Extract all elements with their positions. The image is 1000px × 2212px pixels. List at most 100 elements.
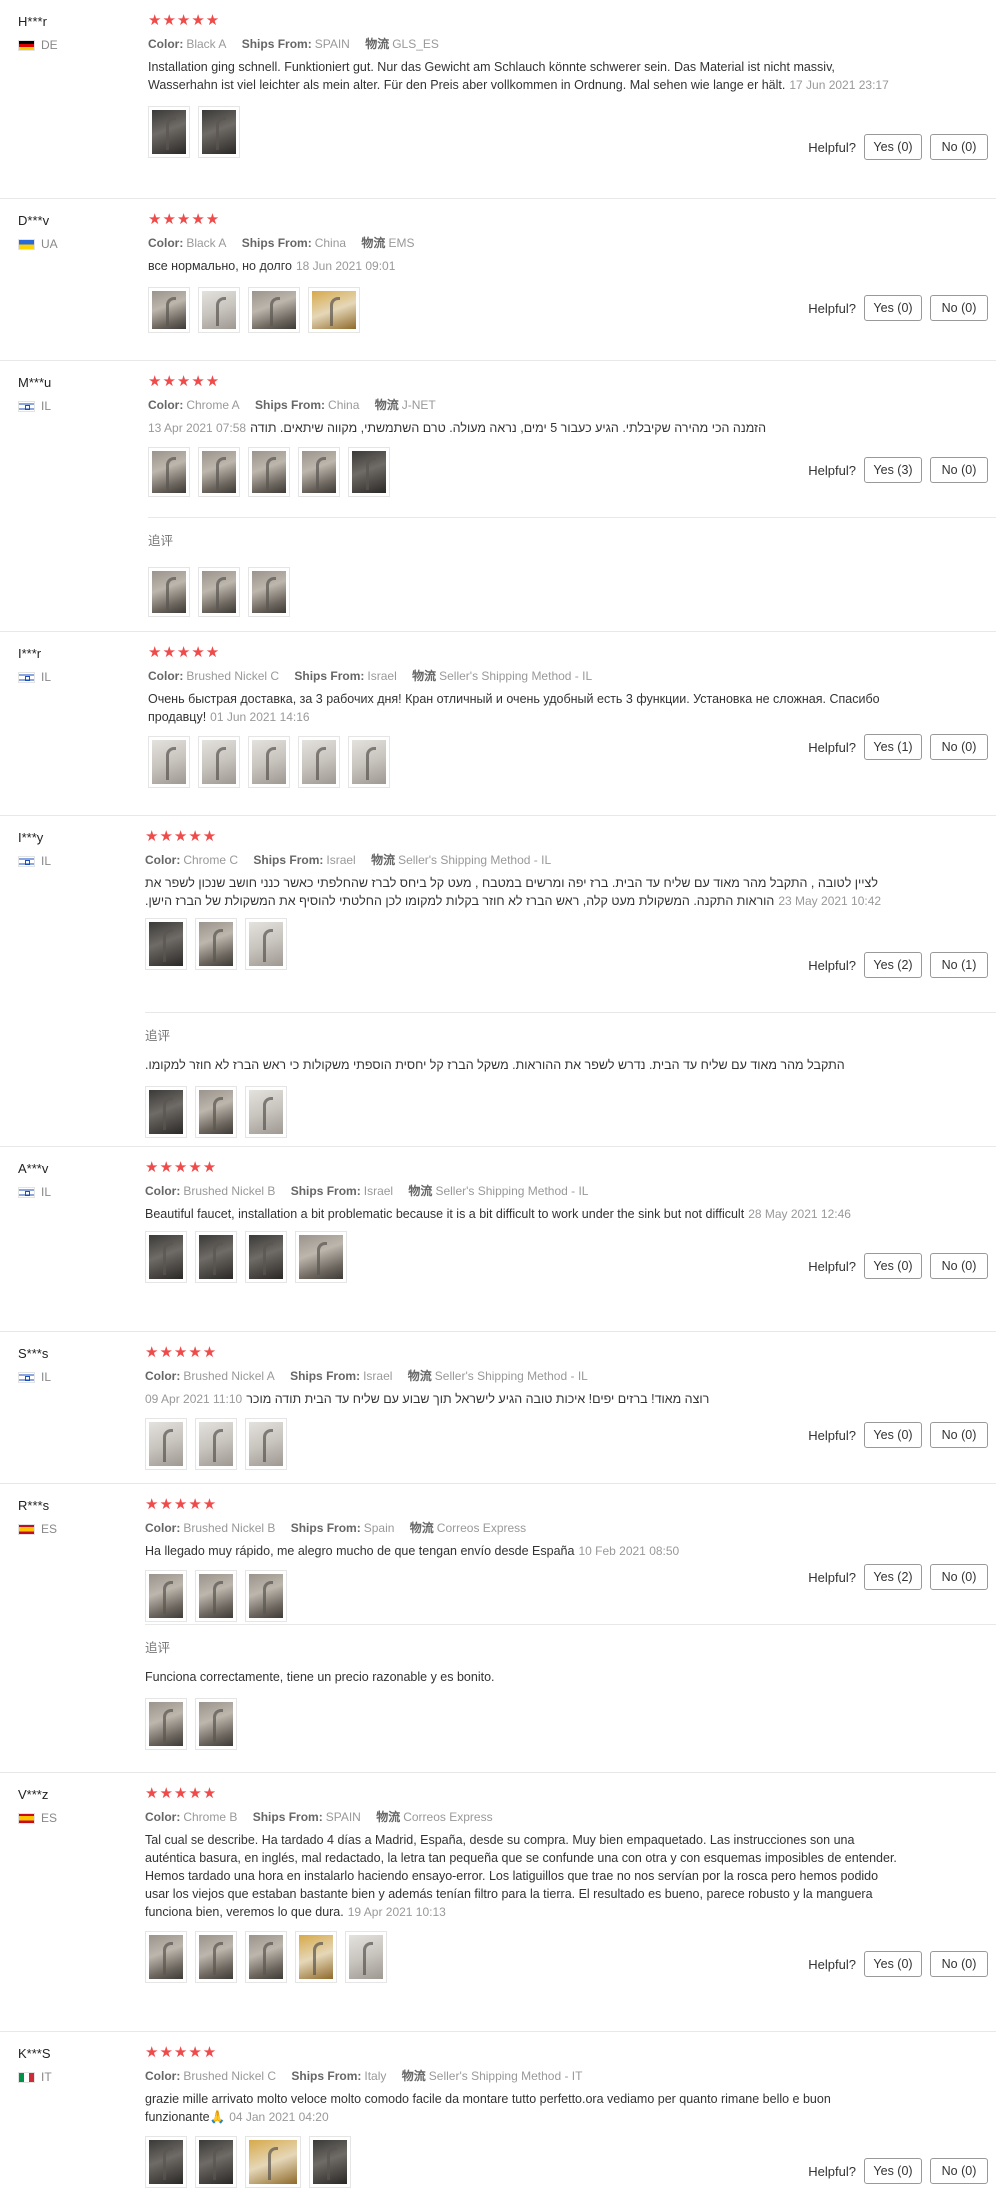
review-photo[interactable] [198,287,240,333]
helpful-no-button[interactable]: No (0) [930,1951,988,1977]
review-photo[interactable] [308,287,360,333]
review-photo[interactable] [248,736,290,788]
review-photo[interactable] [195,1931,237,1983]
helpful-yes-button[interactable]: Yes (0) [864,2158,922,2184]
review-date: 10 Feb 2021 08:50 [578,1544,680,1558]
helpful-yes-button[interactable]: Yes (0) [864,1422,922,1448]
review-photo[interactable] [148,736,190,788]
ships-from-value: Italy [364,2069,387,2083]
review-item: D***v UA ★★★★★ Color: Black A Ships From:… [0,199,996,361]
review-photo[interactable] [245,1931,287,1983]
review-photo[interactable] [195,1570,237,1622]
review-photo[interactable] [195,1418,237,1470]
color-label: Color: [145,1521,181,1535]
review-photo[interactable] [295,1931,337,1983]
review-photo[interactable] [148,567,190,617]
helpful-no-button[interactable]: No (0) [930,295,988,321]
review-photo[interactable] [145,1231,187,1283]
review-photo[interactable] [198,106,240,158]
review-photo[interactable] [248,447,290,497]
review-photo[interactable] [348,736,390,788]
review-photo[interactable] [248,287,300,333]
review-photo[interactable] [309,2136,351,2188]
flag-it-icon [18,2071,35,2083]
review-photo[interactable] [298,736,340,788]
review-photo[interactable] [348,447,390,497]
review-photo[interactable] [295,1231,347,1283]
ships-from-label: Ships From: [294,669,365,683]
logistics-value: Seller's Shipping Method - IL [398,853,552,867]
helpful-no-button[interactable]: No (0) [930,2158,988,2184]
review-photo[interactable] [195,2136,237,2188]
review-photo[interactable] [298,447,340,497]
color-label: Color: [148,37,184,51]
helpful-no-button[interactable]: No (1) [930,952,988,978]
reviewer-info: H***r DE [18,14,138,52]
review-photo[interactable] [248,567,290,617]
helpful-yes-button[interactable]: Yes (0) [864,1951,922,1977]
review-item: K***S IT ★★★★★ Color: Brushed Nickel C Sh… [0,2032,996,2202]
helpful-votes: Helpful? Yes (3) No (0) [808,457,996,483]
helpful-yes-button[interactable]: Yes (0) [864,134,922,160]
review-photo[interactable] [198,447,240,497]
review-photo[interactable] [195,918,237,970]
review-photo[interactable] [145,918,187,970]
country-code: DE [41,38,58,52]
ships-from-label: Ships From: [290,1184,361,1198]
review-photo[interactable] [345,1931,387,1983]
country-code: ES [41,1811,58,1825]
helpful-no-button[interactable]: No (0) [930,134,988,160]
helpful-yes-button[interactable]: Yes (0) [864,295,922,321]
review-photo[interactable] [148,106,190,158]
review-photo[interactable] [245,1086,287,1138]
color-value: Brushed Nickel B [183,1521,276,1535]
reviewer-info: I***r IL [18,646,138,684]
helpful-no-button[interactable]: No (0) [930,1564,988,1590]
review-photo[interactable] [195,1086,237,1138]
order-info: Color: Brushed Nickel A Ships From: Israel… [145,1368,996,1384]
review-photo[interactable] [145,1698,187,1750]
review-item: S***s IL ★★★★★ Color: Brushed Nickel A Sh… [0,1332,996,1484]
color-value: Chrome C [183,853,239,867]
helpful-no-button[interactable]: No (0) [930,457,988,483]
review-body: Beautiful faucet, installation a bit pro… [145,1207,745,1221]
review-photo[interactable] [145,1418,187,1470]
color-label: Color: [148,236,184,250]
helpful-no-button[interactable]: No (0) [930,1422,988,1448]
review-photo[interactable] [245,2136,301,2188]
additional-review-text: התקבל מהר מאוד עם שליח עד הבית. נדרש לשפ… [145,1058,845,1072]
review-photo[interactable] [245,1418,287,1470]
reviewer-country: IL [18,399,138,413]
review-photo[interactable] [245,918,287,970]
helpful-yes-button[interactable]: Yes (1) [864,734,922,760]
country-code: IL [41,670,52,684]
review-photo[interactable] [148,447,190,497]
review-photo[interactable] [195,1698,237,1750]
review-photo[interactable] [245,1231,287,1283]
helpful-yes-button[interactable]: Yes (0) [864,1253,922,1279]
review-content: ★★★★★ Color: Chrome C Ships From: Israel 物… [145,828,996,970]
review-photo[interactable] [145,1086,187,1138]
review-photo[interactable] [245,1570,287,1622]
star-rating: ★★★★★ [145,828,218,845]
review-photo[interactable] [198,736,240,788]
helpful-yes-button[interactable]: Yes (2) [864,952,922,978]
review-photo[interactable] [148,287,190,333]
helpful-votes: Helpful? Yes (0) No (0) [808,134,996,160]
reviewer-country: IL [18,854,138,868]
helpful-yes-button[interactable]: Yes (3) [864,457,922,483]
helpful-no-button[interactable]: No (0) [930,734,988,760]
reviewer-name: R***s [18,1498,50,1513]
review-photo[interactable] [145,2136,187,2188]
helpful-yes-button[interactable]: Yes (2) [864,1564,922,1590]
helpful-no-button[interactable]: No (0) [930,1253,988,1279]
review-photo[interactable] [145,1931,187,1983]
helpful-label: Helpful? [808,139,856,155]
review-photo[interactable] [198,567,240,617]
flag-es-icon [18,1812,35,1824]
review-item: I***r IL ★★★★★ Color: Brushed Nickel C Sh… [0,632,996,816]
review-photo[interactable] [145,1570,187,1622]
helpful-votes: Helpful? Yes (2) No (0) [808,1564,996,1590]
logistics-label: 物流 [412,669,437,683]
review-photo[interactable] [195,1231,237,1283]
